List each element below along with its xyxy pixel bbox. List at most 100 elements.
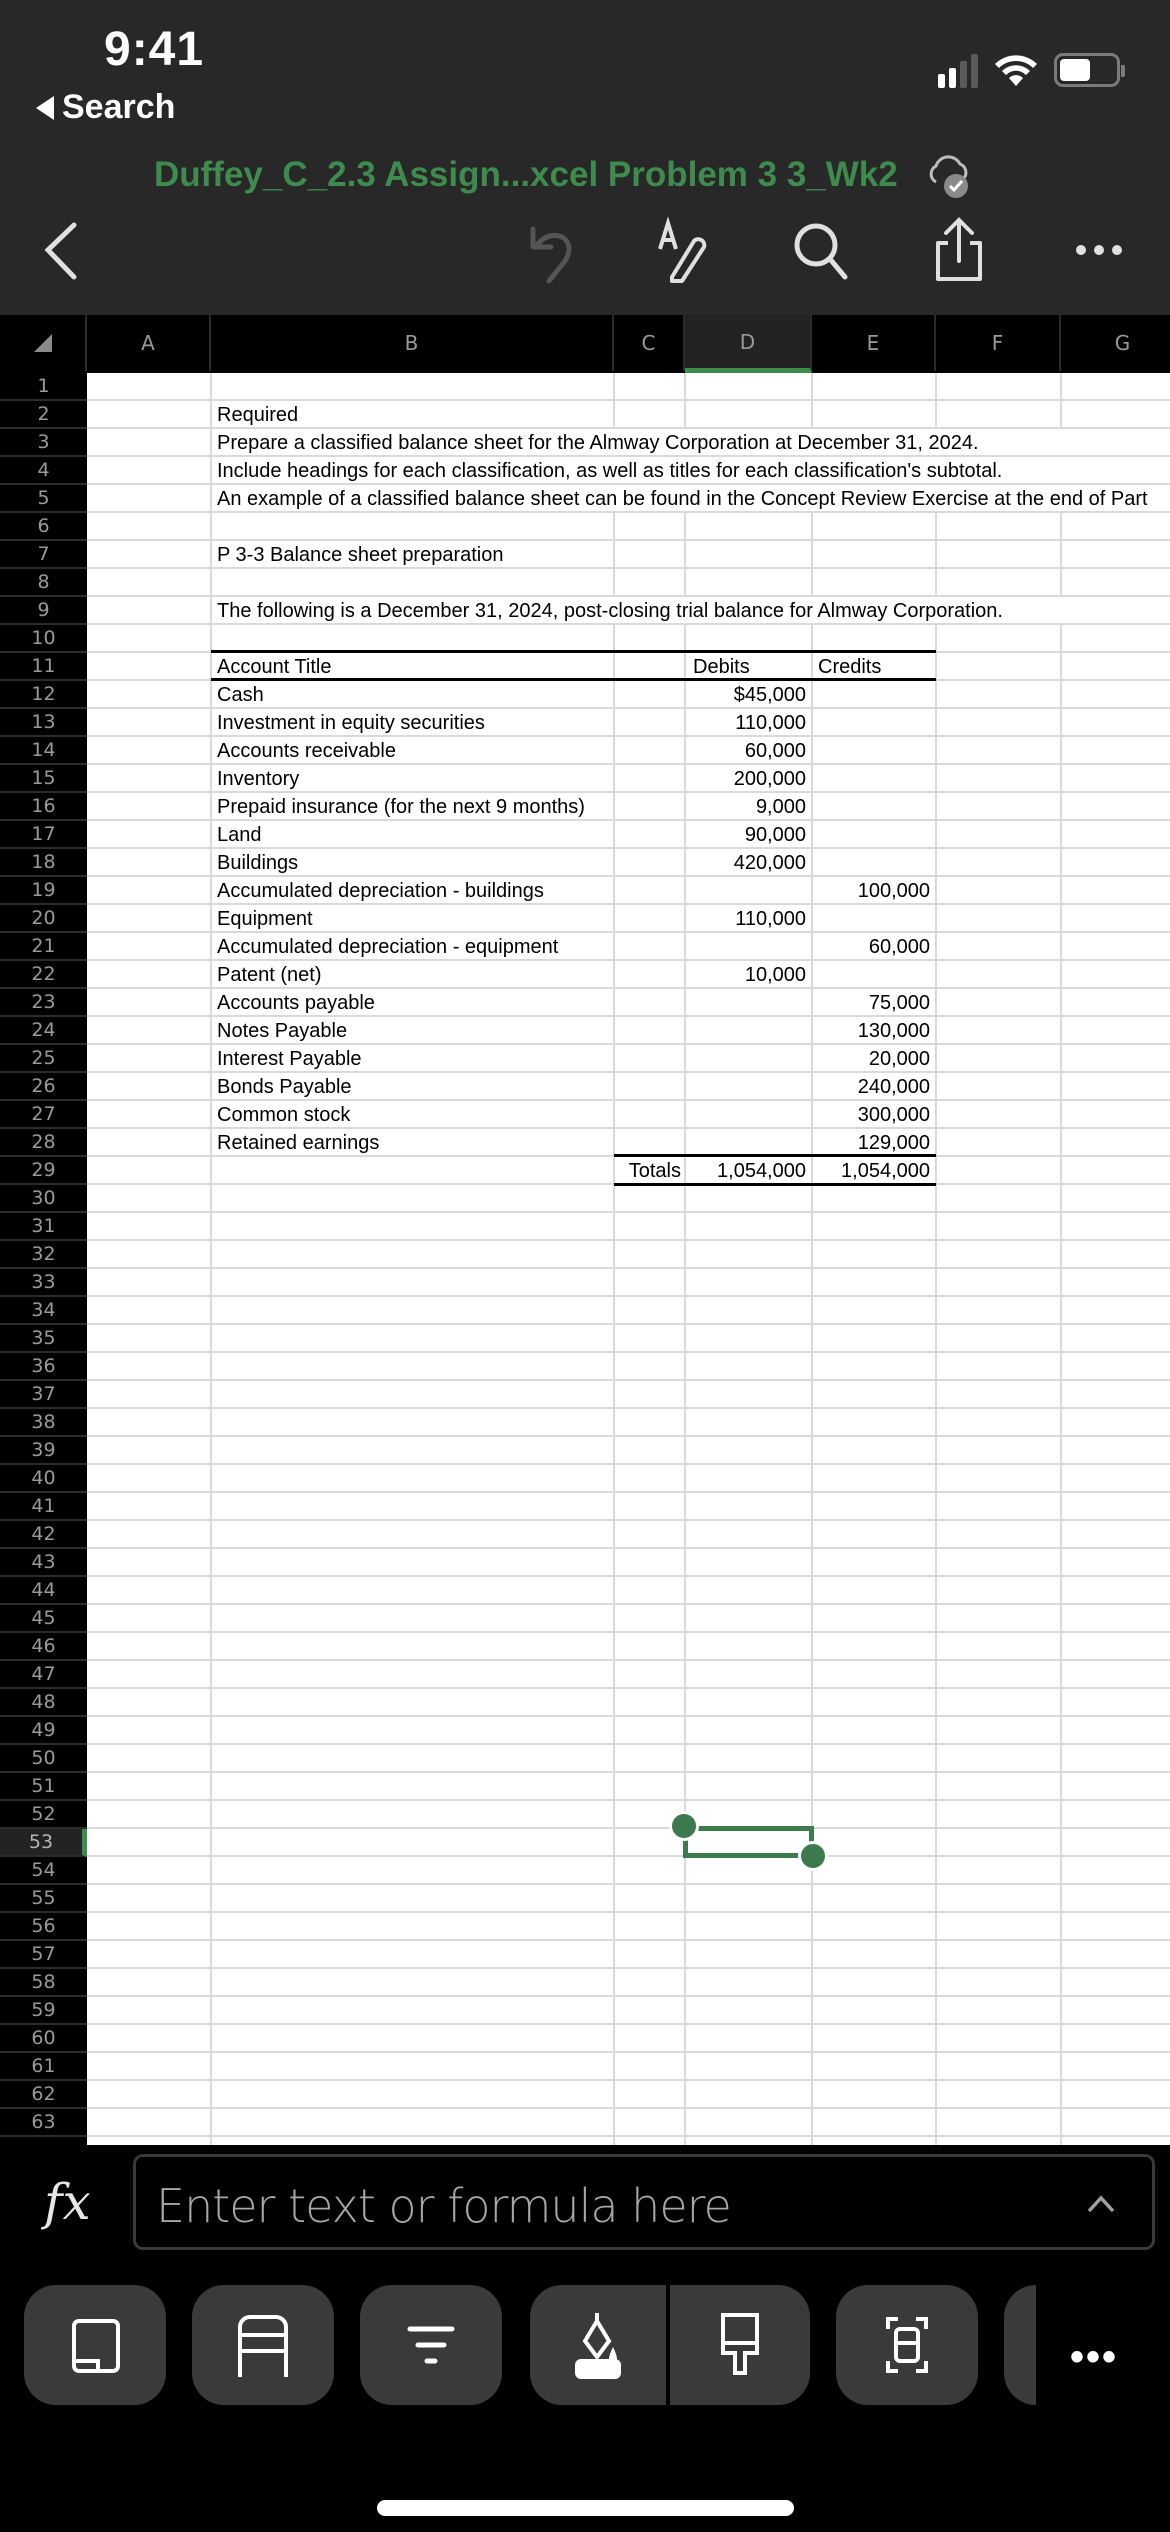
account-title-cell[interactable]: Land — [217, 821, 607, 849]
row-header-43[interactable]: 43 — [0, 1549, 87, 1577]
row-header-46[interactable]: 46 — [0, 1633, 87, 1661]
row-header-36[interactable]: 36 — [0, 1353, 87, 1381]
account-title-cell[interactable]: Accumulated depreciation - equipment — [217, 933, 607, 961]
row-header-40[interactable]: 40 — [0, 1465, 87, 1493]
row-header-51[interactable]: 51 — [0, 1773, 87, 1801]
row-header-45[interactable]: 45 — [0, 1605, 87, 1633]
credit-cell[interactable]: 129,000 — [812, 1129, 930, 1157]
instruction-text[interactable]: The following is a December 31, 2024, po… — [217, 597, 1170, 625]
row-header-23[interactable]: 23 — [0, 989, 87, 1017]
row-header-59[interactable]: 59 — [0, 1997, 87, 2025]
row-header-24[interactable]: 24 — [0, 1017, 87, 1045]
row-header-55[interactable]: 55 — [0, 1885, 87, 1913]
credit-cell[interactable]: 130,000 — [812, 1017, 930, 1045]
account-title-cell[interactable]: Interest Payable — [217, 1045, 607, 1073]
more-options-button[interactable] — [1064, 215, 1134, 285]
row-header-15[interactable]: 15 — [0, 765, 87, 793]
credit-cell[interactable]: 100,000 — [812, 877, 930, 905]
row-header-8[interactable]: 8 — [0, 569, 87, 597]
column-header-f[interactable]: F — [936, 315, 1061, 371]
row-header-61[interactable]: 61 — [0, 2053, 87, 2081]
totals-label[interactable]: Totals — [614, 1157, 681, 1185]
row-header-50[interactable]: 50 — [0, 1745, 87, 1773]
credit-cell[interactable]: 300,000 — [812, 1101, 930, 1129]
header-debits[interactable]: Debits — [693, 653, 803, 681]
instruction-text[interactable]: An example of a classified balance sheet… — [217, 485, 1170, 513]
fx-icon[interactable]: fx — [44, 2173, 91, 2231]
row-header-12[interactable]: 12 — [0, 681, 87, 709]
account-title-cell[interactable]: Prepaid insurance (for the next 9 months… — [217, 793, 607, 821]
account-title-cell[interactable]: Common stock — [217, 1101, 607, 1129]
row-header-30[interactable]: 30 — [0, 1185, 87, 1213]
draw-button[interactable] — [650, 215, 720, 285]
row-header-13[interactable]: 13 — [0, 709, 87, 737]
row-header-38[interactable]: 38 — [0, 1409, 87, 1437]
row-header-56[interactable]: 56 — [0, 1913, 87, 1941]
back-to-search-link[interactable]: Search — [36, 88, 175, 127]
row-header-53[interactable]: 53 — [0, 1829, 87, 1857]
row-header-1[interactable]: 1 — [0, 373, 87, 401]
instruction-text[interactable]: P 3-3 Balance sheet preparation — [217, 541, 1170, 569]
row-header-42[interactable]: 42 — [0, 1521, 87, 1549]
more-tools-partial-button[interactable] — [1004, 2285, 1036, 2405]
account-title-cell[interactable]: Buildings — [217, 849, 607, 877]
instruction-text[interactable]: Prepare a classified balance sheet for t… — [217, 429, 1170, 457]
row-header-11[interactable]: 11 — [0, 653, 87, 681]
row-header-14[interactable]: 14 — [0, 737, 87, 765]
credit-cell[interactable]: 75,000 — [812, 989, 930, 1017]
row-header-20[interactable]: 20 — [0, 905, 87, 933]
row-header-18[interactable]: 18 — [0, 849, 87, 877]
document-title[interactable]: Duffey_C_2.3 Assign...xcel Problem 3 3_W… — [154, 148, 976, 202]
column-header-g[interactable]: G — [1061, 315, 1170, 371]
row-header-29[interactable]: 29 — [0, 1157, 87, 1185]
row-header-22[interactable]: 22 — [0, 961, 87, 989]
expand-chevron-up-icon[interactable] — [1086, 2189, 1116, 2219]
row-header-5[interactable]: 5 — [0, 485, 87, 513]
row-header-49[interactable]: 49 — [0, 1717, 87, 1745]
selection-handle-start[interactable] — [669, 1811, 699, 1841]
row-header-41[interactable]: 41 — [0, 1493, 87, 1521]
row-header-27[interactable]: 27 — [0, 1101, 87, 1129]
column-header-e[interactable]: E — [812, 315, 936, 371]
credit-cell[interactable]: 60,000 — [812, 933, 930, 961]
instruction-text[interactable]: Include headings for each classification… — [217, 457, 1170, 485]
row-header-54[interactable]: 54 — [0, 1857, 87, 1885]
account-title-cell[interactable]: Notes Payable — [217, 1017, 607, 1045]
row-header-52[interactable]: 52 — [0, 1801, 87, 1829]
row-header-25[interactable]: 25 — [0, 1045, 87, 1073]
account-title-cell[interactable]: Accounts payable — [217, 989, 607, 1017]
row-header-2[interactable]: 2 — [0, 401, 87, 429]
select-range-button[interactable] — [836, 2285, 978, 2405]
debit-cell[interactable]: 420,000 — [685, 849, 806, 877]
debit-cell[interactable]: 60,000 — [685, 737, 806, 765]
undo-button[interactable] — [513, 215, 583, 285]
filter-button[interactable] — [360, 2285, 502, 2405]
row-header-28[interactable]: 28 — [0, 1129, 87, 1157]
share-button[interactable] — [924, 215, 994, 285]
row-header-35[interactable]: 35 — [0, 1325, 87, 1353]
credit-cell[interactable]: 240,000 — [812, 1073, 930, 1101]
row-header-39[interactable]: 39 — [0, 1437, 87, 1465]
totals-credit[interactable]: 1,054,000 — [812, 1157, 930, 1185]
account-title-cell[interactable]: Bonds Payable — [217, 1073, 607, 1101]
header-credits[interactable]: Credits — [818, 653, 928, 681]
account-title-cell[interactable]: Accounts receivable — [217, 737, 607, 765]
header-account-title[interactable]: Account Title — [217, 653, 597, 681]
row-header-62[interactable]: 62 — [0, 2081, 87, 2109]
row-header-33[interactable]: 33 — [0, 1269, 87, 1297]
column-header-a[interactable]: A — [87, 315, 211, 371]
row-header-48[interactable]: 48 — [0, 1689, 87, 1717]
account-title-cell[interactable]: Inventory — [217, 765, 607, 793]
column-header-b[interactable]: B — [211, 315, 614, 371]
row-header-37[interactable]: 37 — [0, 1381, 87, 1409]
row-header-63[interactable]: 63 — [0, 2109, 87, 2137]
back-chevron-button[interactable] — [26, 215, 96, 285]
account-title-cell[interactable]: Cash — [217, 681, 607, 709]
row-header-32[interactable]: 32 — [0, 1241, 87, 1269]
debit-cell[interactable]: 110,000 — [685, 709, 806, 737]
spreadsheet-grid[interactable]: ABCDEFG 1 2 3 4 5 6 7 8 9 10 11 12 13 14 15 16 17 18 19 20 2… — [0, 315, 1170, 2145]
row-header-34[interactable]: 34 — [0, 1297, 87, 1325]
row-header-31[interactable]: 31 — [0, 1213, 87, 1241]
row-header-7[interactable]: 7 — [0, 541, 87, 569]
row-header-4[interactable]: 4 — [0, 457, 87, 485]
